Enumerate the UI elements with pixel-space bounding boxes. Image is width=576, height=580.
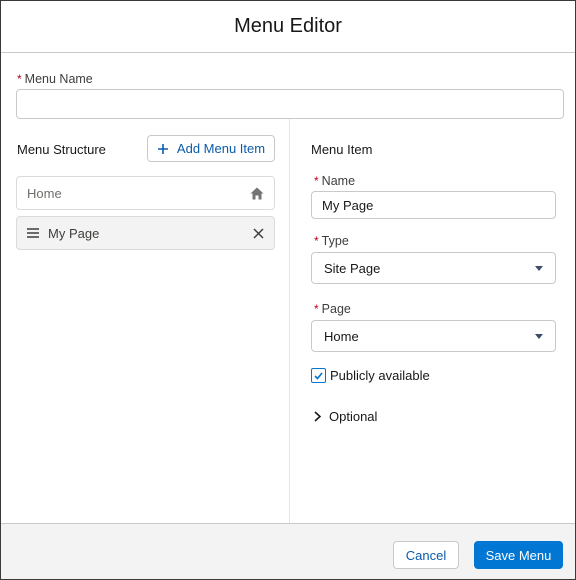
home-icon bbox=[250, 187, 264, 199]
menu-item-my-page[interactable]: My Page bbox=[16, 216, 275, 250]
drag-handle-icon[interactable] bbox=[27, 228, 39, 238]
required-mark: * bbox=[17, 72, 22, 86]
publicly-available-label: Publicly available bbox=[330, 368, 430, 383]
modal-footer: Cancel Save Menu bbox=[1, 523, 575, 579]
name-label: * Name bbox=[314, 174, 355, 188]
optional-section-toggle[interactable]: Optional bbox=[314, 409, 377, 424]
type-label-text: Type bbox=[321, 234, 349, 248]
menu-item-title: Menu Item bbox=[311, 142, 373, 157]
type-select-value: Site Page bbox=[324, 260, 381, 276]
optional-label: Optional bbox=[329, 409, 378, 424]
modal-title: Menu Editor bbox=[234, 15, 342, 37]
required-mark: * bbox=[314, 234, 319, 248]
publicly-available-checkbox[interactable] bbox=[311, 368, 326, 383]
menu-item-label: My Page bbox=[48, 225, 100, 241]
page-label: * Page bbox=[314, 302, 351, 316]
type-label: * Type bbox=[314, 234, 349, 248]
chevron-down-icon bbox=[535, 333, 543, 339]
menu-name-label: * Menu Name bbox=[17, 72, 93, 86]
menu-name-input[interactable] bbox=[16, 89, 564, 119]
page-label-text: Page bbox=[321, 302, 351, 316]
required-mark: * bbox=[314, 174, 319, 188]
menu-structure-title: Menu Structure bbox=[17, 142, 106, 157]
menu-item-label: Home bbox=[27, 185, 62, 201]
plus-icon bbox=[157, 143, 168, 154]
menu-structure-panel: Menu Structure Add Menu Item Home My Pag… bbox=[1, 119, 289, 523]
close-icon[interactable] bbox=[253, 227, 264, 239]
add-menu-item-label: Add Menu Item bbox=[176, 141, 266, 156]
name-label-text: Name bbox=[321, 174, 356, 188]
cancel-button[interactable]: Cancel bbox=[393, 541, 459, 569]
add-menu-item-button[interactable]: Add Menu Item bbox=[147, 135, 275, 162]
chevron-right-icon bbox=[314, 411, 321, 422]
checkmark-icon bbox=[314, 371, 323, 380]
page-select[interactable]: Home bbox=[311, 320, 556, 352]
save-menu-button[interactable]: Save Menu bbox=[474, 541, 563, 569]
menu-item-panel: Menu Item *Name *Type Site Page *Page Ho… bbox=[290, 119, 575, 523]
page-select-value: Home bbox=[324, 328, 359, 344]
modal-header: Menu Editor bbox=[1, 1, 575, 53]
publicly-available-row[interactable]: Publicly available bbox=[311, 368, 430, 383]
chevron-down-icon bbox=[535, 265, 543, 271]
name-input[interactable] bbox=[311, 191, 556, 219]
type-select[interactable]: Site Page bbox=[311, 252, 556, 284]
menu-item-home[interactable]: Home bbox=[16, 176, 275, 210]
menu-editor-modal: Menu Editor * Menu Name Menu Structure Ad… bbox=[0, 0, 576, 580]
menu-name-label-text: Menu Name bbox=[24, 72, 93, 86]
required-mark: * bbox=[314, 302, 319, 316]
